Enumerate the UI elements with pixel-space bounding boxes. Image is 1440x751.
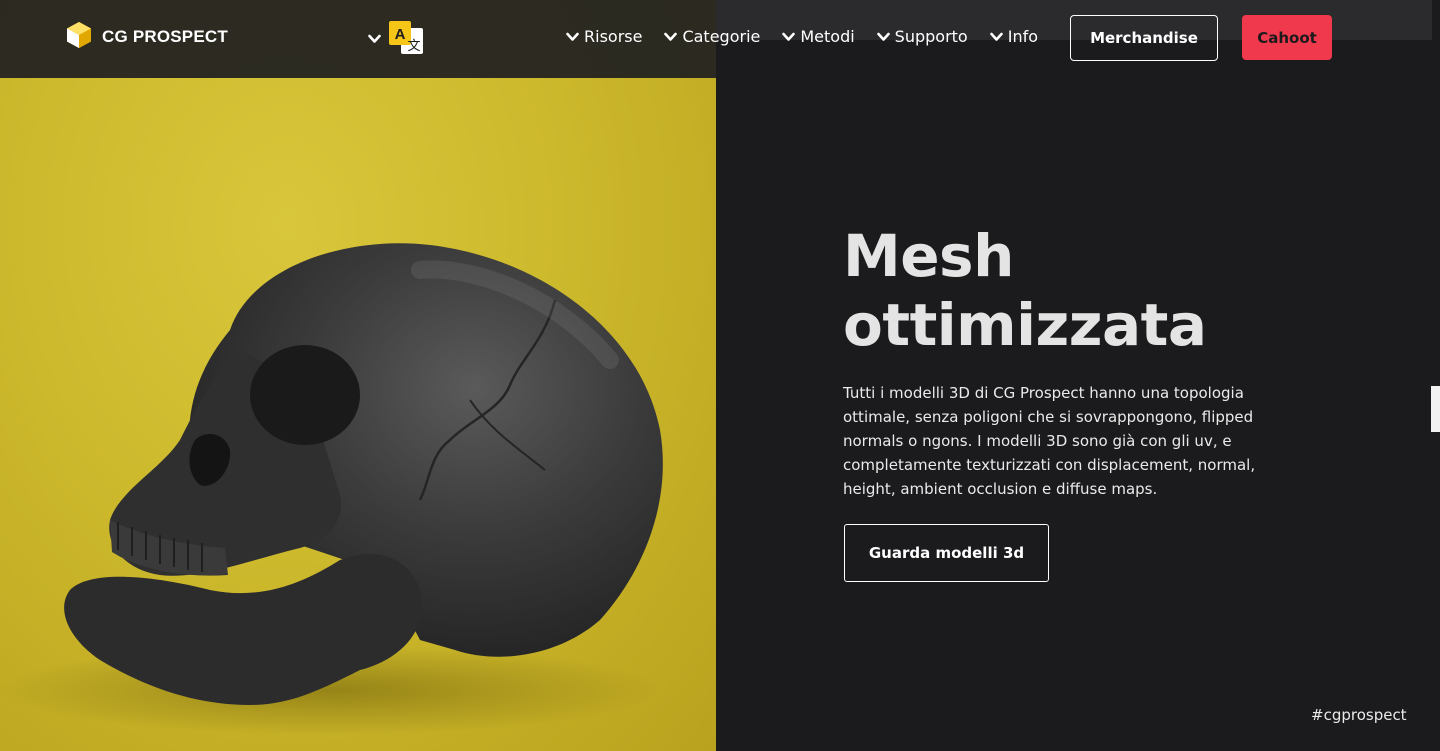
chevron-down-icon bbox=[664, 30, 678, 43]
view-3d-models-button[interactable]: Guarda modelli 3d bbox=[844, 524, 1049, 582]
hero-description: Tutti i modelli 3D di CG Prospect hanno … bbox=[843, 384, 1256, 498]
chevron-down-icon bbox=[782, 30, 796, 43]
main-nav: Risorse Categorie Metodi Supporto Info bbox=[566, 27, 1038, 46]
chevron-down-icon bbox=[989, 30, 1003, 43]
nav-item-metodi[interactable]: Metodi bbox=[782, 27, 855, 46]
svg-text:文: 文 bbox=[407, 39, 420, 54]
hero-image bbox=[0, 0, 716, 751]
hero-panel bbox=[716, 0, 1440, 751]
nav-label: Info bbox=[1007, 27, 1038, 46]
hashtag-text: #cgprospect bbox=[1311, 706, 1407, 724]
nav-item-info[interactable]: Info bbox=[989, 27, 1038, 46]
chevron-down-icon bbox=[566, 30, 579, 43]
language-selector[interactable]: A 文 bbox=[368, 20, 425, 56]
nav-label: Risorse bbox=[584, 27, 643, 46]
nav-item-risorse[interactable]: Risorse bbox=[566, 27, 642, 46]
logo-text: CG PROSPECT bbox=[102, 27, 228, 46]
scrollbar-thumb[interactable] bbox=[1431, 386, 1440, 432]
nav-label: Categorie bbox=[682, 27, 761, 46]
nav-label: Supporto bbox=[894, 27, 968, 46]
hero-title-line1: Mesh bbox=[843, 222, 1014, 290]
cahoot-button[interactable]: Cahoot bbox=[1242, 15, 1332, 60]
nav-item-supporto[interactable]: Supporto bbox=[876, 27, 968, 46]
chevron-down-icon bbox=[876, 30, 890, 43]
translate-icon: A 文 bbox=[387, 20, 425, 56]
nav-item-categorie[interactable]: Categorie bbox=[664, 27, 760, 46]
merchandise-button[interactable]: Merchandise bbox=[1070, 15, 1218, 61]
svg-text:A: A bbox=[395, 26, 406, 43]
nav-label: Metodi bbox=[800, 27, 855, 46]
hero-title-line2: ottimizzata bbox=[843, 291, 1207, 359]
skull-image bbox=[0, 243, 663, 735]
hero-title: Mesh ottimizzata bbox=[843, 222, 1323, 360]
chevron-down-icon bbox=[368, 32, 381, 45]
logo-cube-icon bbox=[66, 21, 92, 53]
site-header: CG PROSPECT A 文 Risorse Categorie Metodi bbox=[0, 0, 1440, 78]
logo[interactable]: CG PROSPECT bbox=[66, 21, 228, 53]
